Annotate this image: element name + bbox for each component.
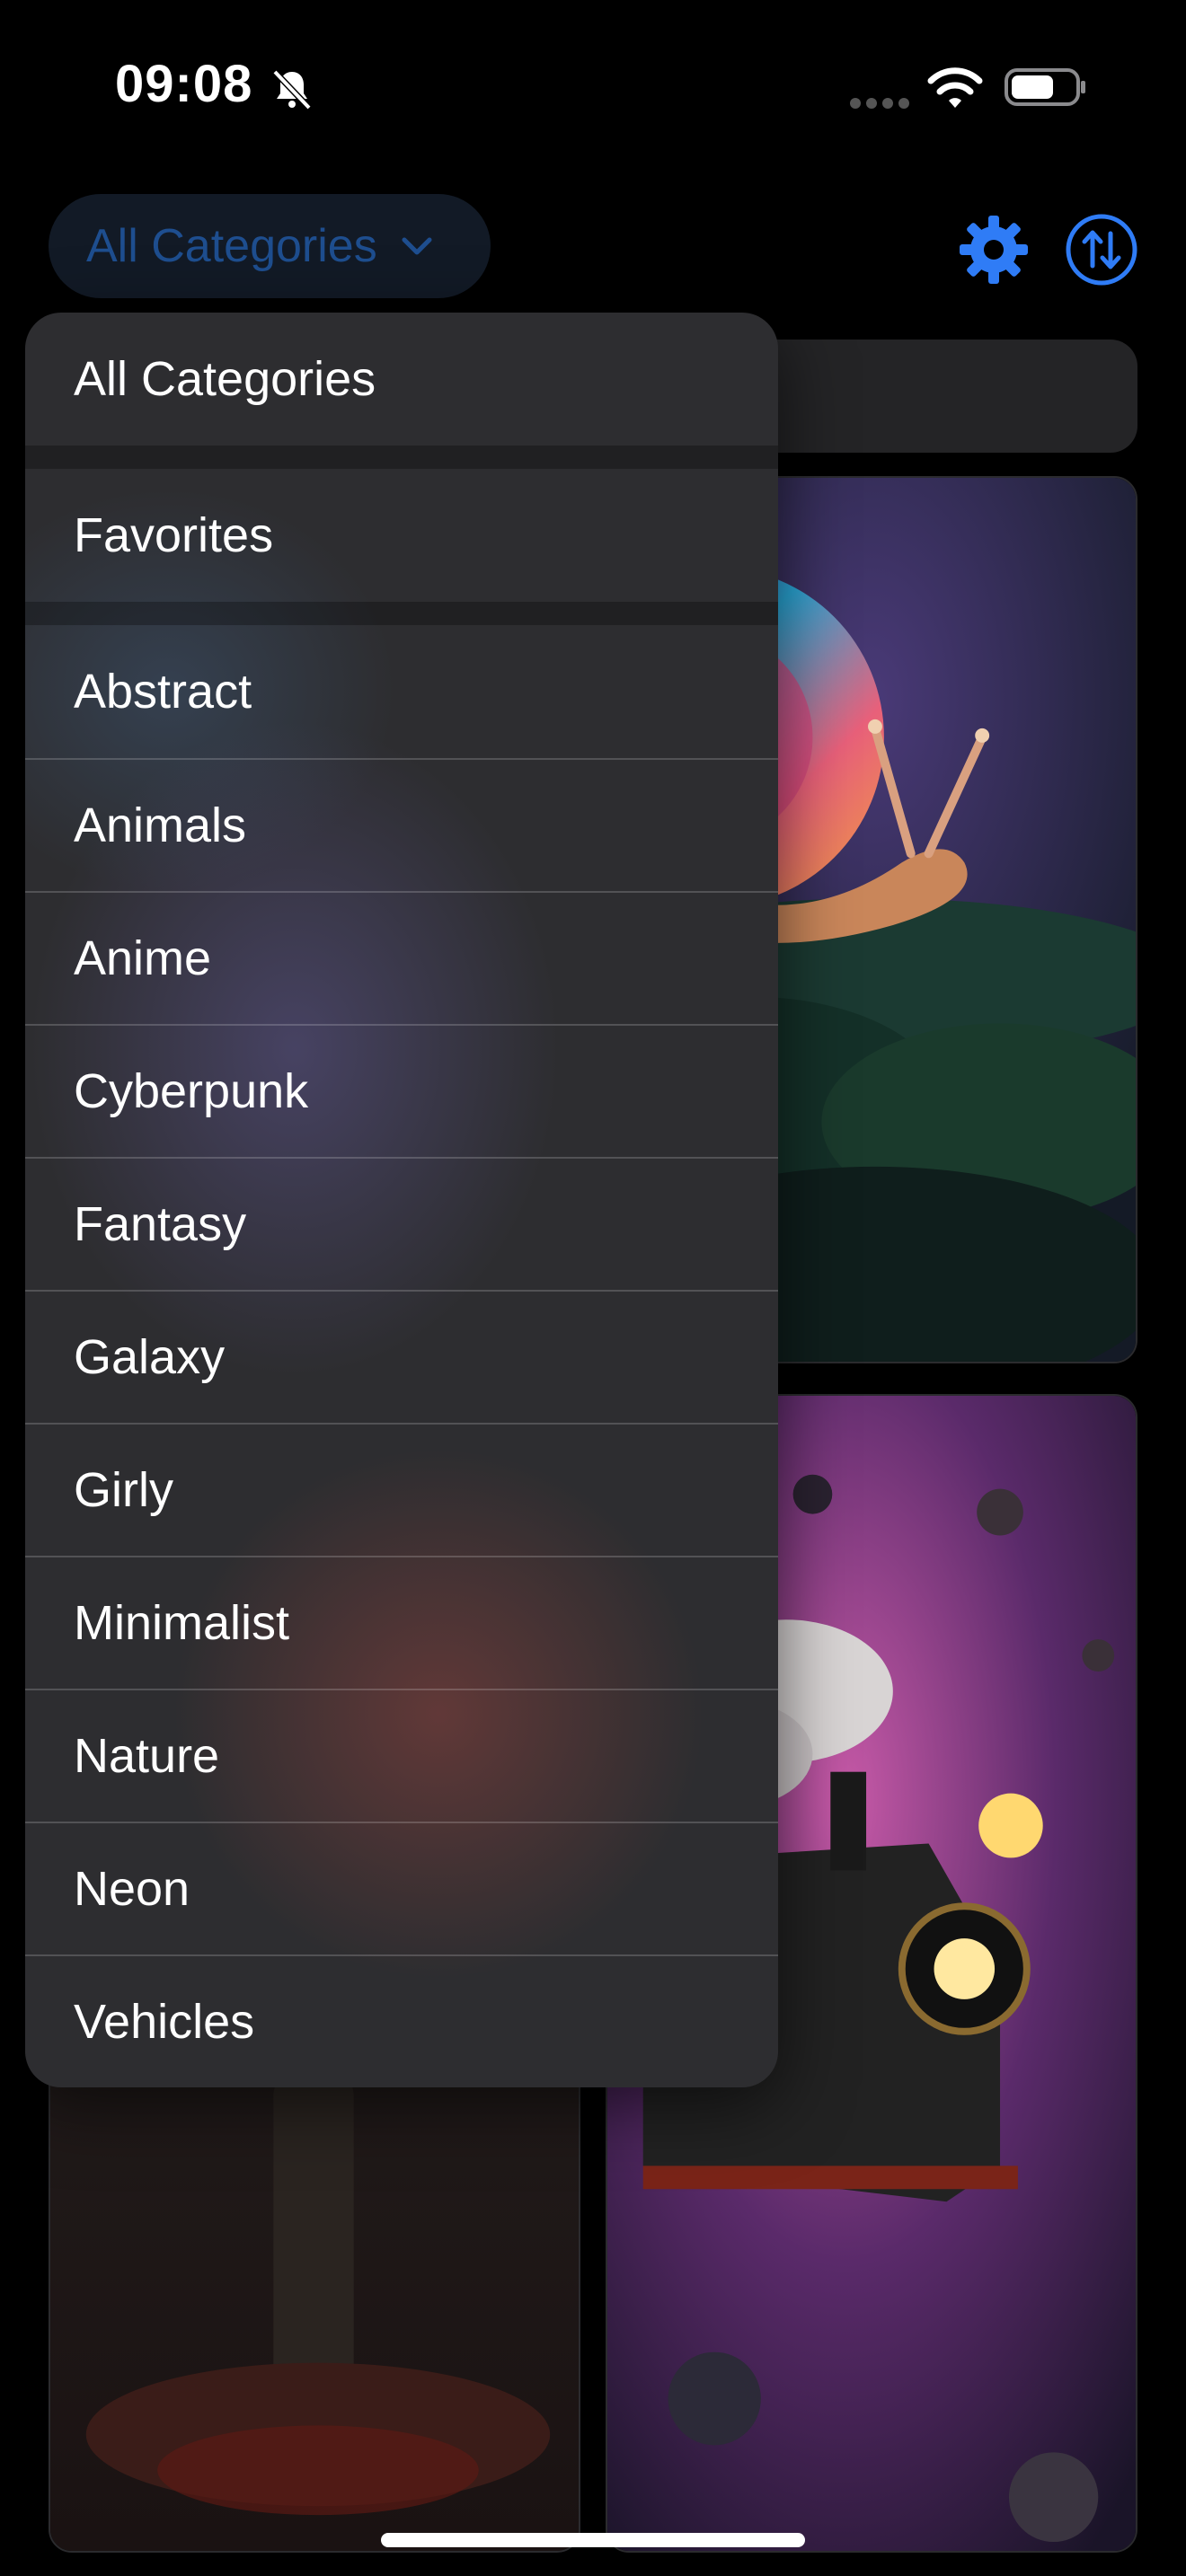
sort-icon[interactable]: [1064, 212, 1139, 287]
cellular-icon: [850, 97, 915, 113]
menu-item-galaxy[interactable]: Galaxy: [25, 1292, 778, 1423]
menu-item-abstract[interactable]: Abstract: [25, 625, 778, 758]
category-selector-button[interactable]: All Categories: [49, 194, 491, 298]
wifi-icon: [927, 67, 983, 108]
battery-icon: [1005, 68, 1085, 106]
menu-item-girly[interactable]: Girly: [25, 1425, 778, 1556]
category-selector-label: All Categories: [86, 220, 377, 272]
menu-item-favorites[interactable]: Favorites: [25, 469, 778, 602]
menu-item-nature[interactable]: Nature: [25, 1690, 778, 1822]
menu-item-neon[interactable]: Neon: [25, 1823, 778, 1954]
menu-section-divider: [25, 446, 778, 469]
chevron-down-icon: [402, 237, 432, 255]
menu-section-divider: [25, 602, 778, 625]
category-dropdown-menu: All Categories Favorites Abstract Animal…: [25, 313, 778, 2087]
bell-slash-icon: [272, 69, 312, 110]
menu-item-cyberpunk[interactable]: Cyberpunk: [25, 1026, 778, 1157]
home-indicator[interactable]: [381, 2533, 805, 2547]
menu-item-vehicles[interactable]: Vehicles: [25, 1956, 778, 2087]
gear-icon[interactable]: [956, 212, 1031, 287]
menu-item-minimalist[interactable]: Minimalist: [25, 1557, 778, 1689]
screen: 09:08 All Categories All Categories Favo…: [0, 0, 1186, 2576]
menu-item-all-categories[interactable]: All Categories: [25, 313, 778, 446]
menu-item-anime[interactable]: Anime: [25, 893, 778, 1024]
status-time: 09:08: [115, 55, 253, 113]
menu-item-animals[interactable]: Animals: [25, 760, 778, 891]
menu-item-fantasy[interactable]: Fantasy: [25, 1159, 778, 1290]
